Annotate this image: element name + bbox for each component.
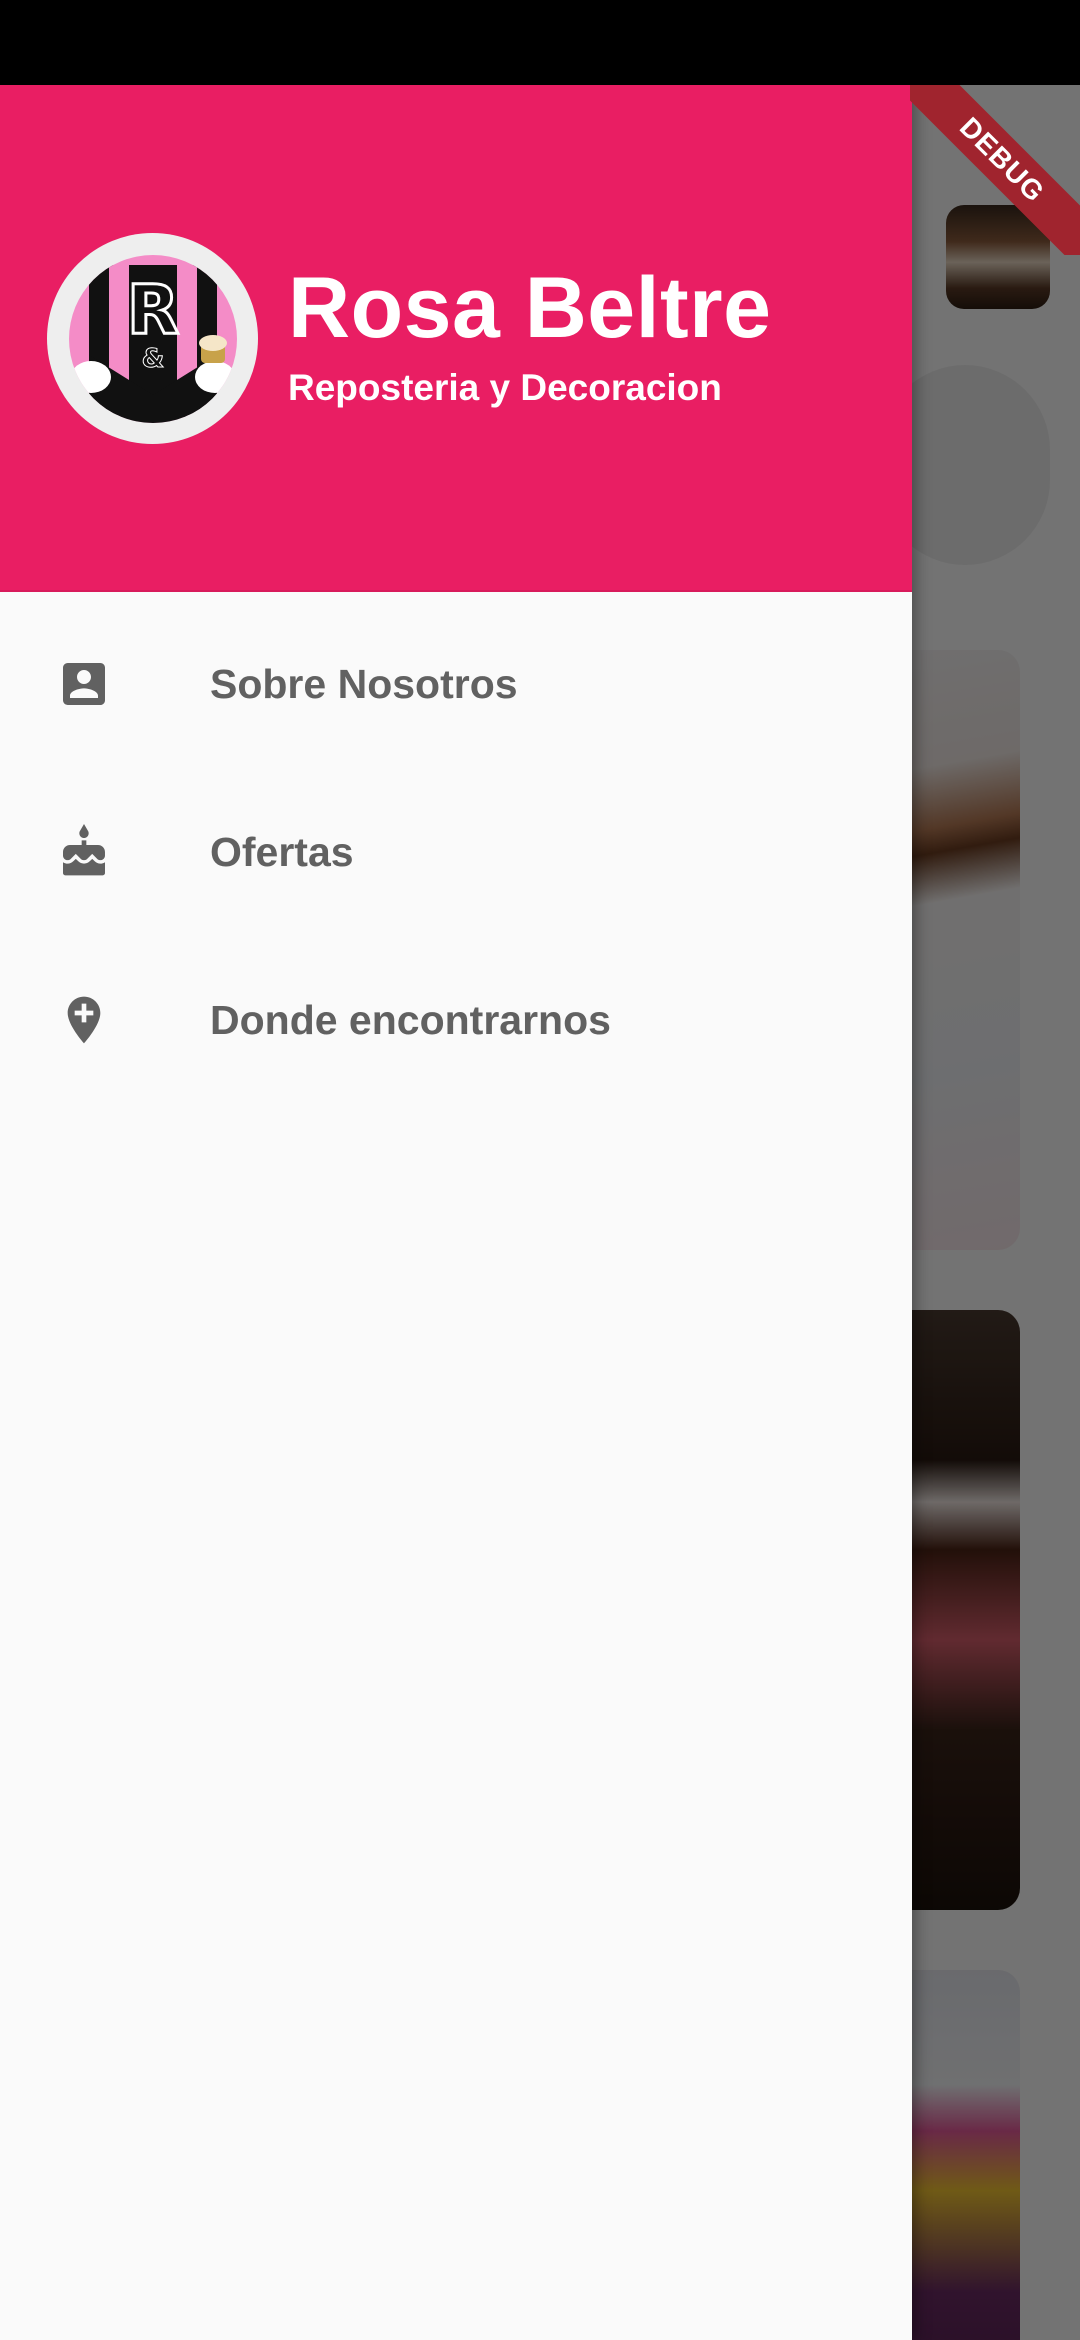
menu-item-sobre-nosotros[interactable]: Sobre Nosotros [0,600,912,768]
account-box-icon [56,656,112,712]
menu-item-label: Donde encontrarnos [210,996,611,1043]
avatar: R & [47,233,258,444]
debug-banner: DEBUG [910,85,1080,255]
menu-item-ofertas[interactable]: Ofertas [0,768,912,936]
add-location-icon [56,992,112,1048]
header-title: Rosa Beltre [288,260,772,356]
debug-ribbon: DEBUG [910,85,1080,255]
menu-item-label: Sobre Nosotros [210,660,518,707]
cake-icon [56,824,112,880]
menu-item-label: Ofertas [210,828,354,875]
navigation-drawer: R & Rosa Beltre Reposteria y Decoracion … [0,85,912,2340]
status-bar [0,0,1080,85]
svg-text:R: R [126,271,178,350]
menu-item-donde-encontrarnos[interactable]: Donde encontrarnos [0,936,912,1104]
svg-text:&: & [141,344,164,374]
drawer-menu: Sobre Nosotros Ofertas Donde encontrarno… [0,592,912,1104]
header-subtitle: Reposteria y Decoracion [288,367,722,408]
drawer-header: R & Rosa Beltre Reposteria y Decoracion [0,85,912,592]
brand-logo: R & [68,254,237,423]
